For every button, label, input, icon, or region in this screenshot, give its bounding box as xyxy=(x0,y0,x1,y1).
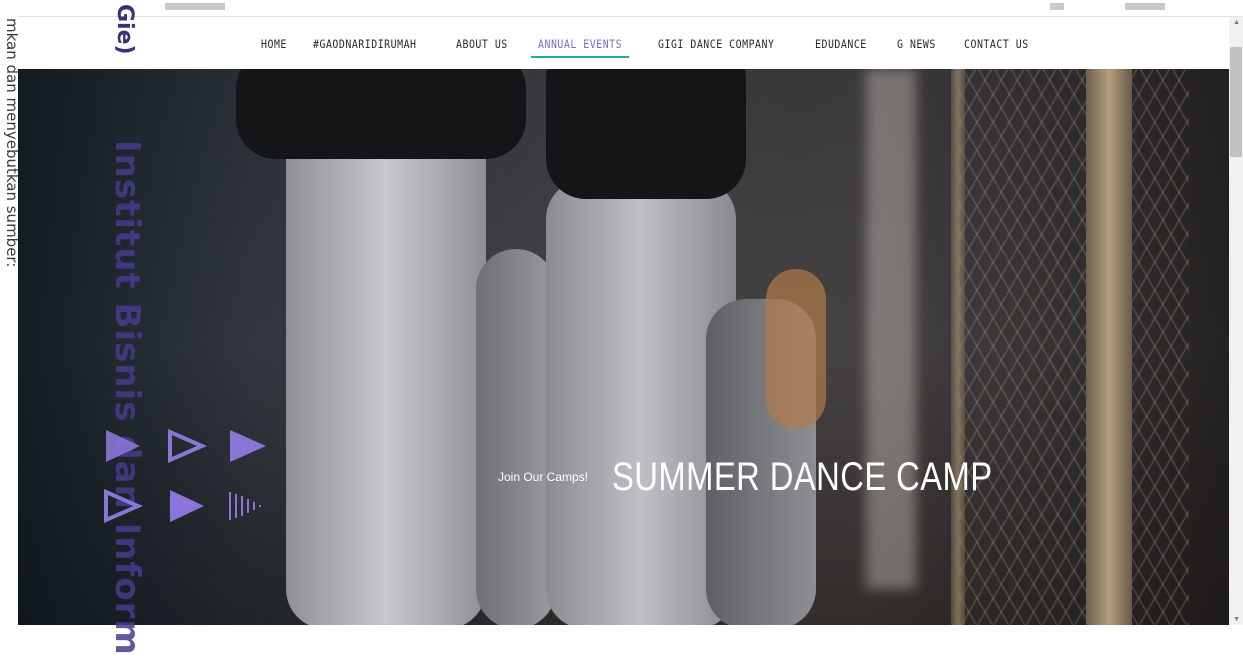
triangle-icon xyxy=(170,490,204,522)
scroll-down-icon[interactable]: ▼ xyxy=(1233,616,1240,623)
toolbar-fragment xyxy=(1125,3,1165,10)
triangle-pattern-icon xyxy=(104,428,266,524)
nav-contact-us[interactable]: CONTACT US xyxy=(964,17,1029,69)
address-fragment xyxy=(165,3,225,10)
triangle-outline-icon xyxy=(168,428,207,464)
scroll-up-icon[interactable]: ▲ xyxy=(1233,19,1240,26)
nav-gigi-dance-company[interactable]: GIGI DANCE COMPANY xyxy=(658,17,774,69)
toolbar-icon[interactable] xyxy=(1050,3,1064,10)
watermark-text: Institut Bisnis dan Inform xyxy=(107,140,147,656)
nav-about-us[interactable]: ABOUT US xyxy=(456,17,508,69)
hero-photo-element xyxy=(546,69,746,199)
hero-banner xyxy=(6,69,1229,625)
nav-gaodnaridirumah[interactable]: #GAODNARIDIRUMAH xyxy=(313,17,417,69)
browser-top-strip xyxy=(0,0,1243,17)
triangle-lines-icon xyxy=(229,492,261,520)
watermark-short: Gie) xyxy=(112,4,137,55)
hero-tagline: Join Our Camps! xyxy=(498,470,589,484)
left-margin-text: mkan dan menyebutkan sumber: xyxy=(3,18,18,268)
hero-photo-element xyxy=(866,69,916,589)
scrollbar-thumb[interactable] xyxy=(1230,47,1242,157)
hero-photo-element xyxy=(286,109,486,625)
triangle-icon xyxy=(230,430,266,462)
scrollbar[interactable]: ▲ ▼ xyxy=(1229,17,1243,625)
hero-photo-element xyxy=(476,249,556,625)
triangle-icon xyxy=(106,430,140,462)
hero-photo-element xyxy=(951,69,965,625)
left-margin-strip: mkan dan menyebutkan sumber: xyxy=(0,0,18,625)
hero-photo-element xyxy=(1086,69,1132,625)
nav-edudance[interactable]: EDUDANCE xyxy=(815,17,867,69)
nav-g-news[interactable]: G NEWS xyxy=(897,17,936,69)
hero-photo-element xyxy=(959,69,1189,625)
hero-photo-element xyxy=(766,269,826,429)
triangle-outline-icon xyxy=(104,488,143,524)
nav-home[interactable]: HOME xyxy=(261,17,287,69)
nav-annual-events[interactable]: ANNUAL EVENTS xyxy=(530,17,629,69)
hero-photo-element xyxy=(236,69,526,159)
hero-headline: SUMMER DANCE CAMP xyxy=(612,455,993,499)
main-navigation: HOME #GAODNARIDIRUMAH ABOUT US ANNUAL EV… xyxy=(18,17,1228,69)
